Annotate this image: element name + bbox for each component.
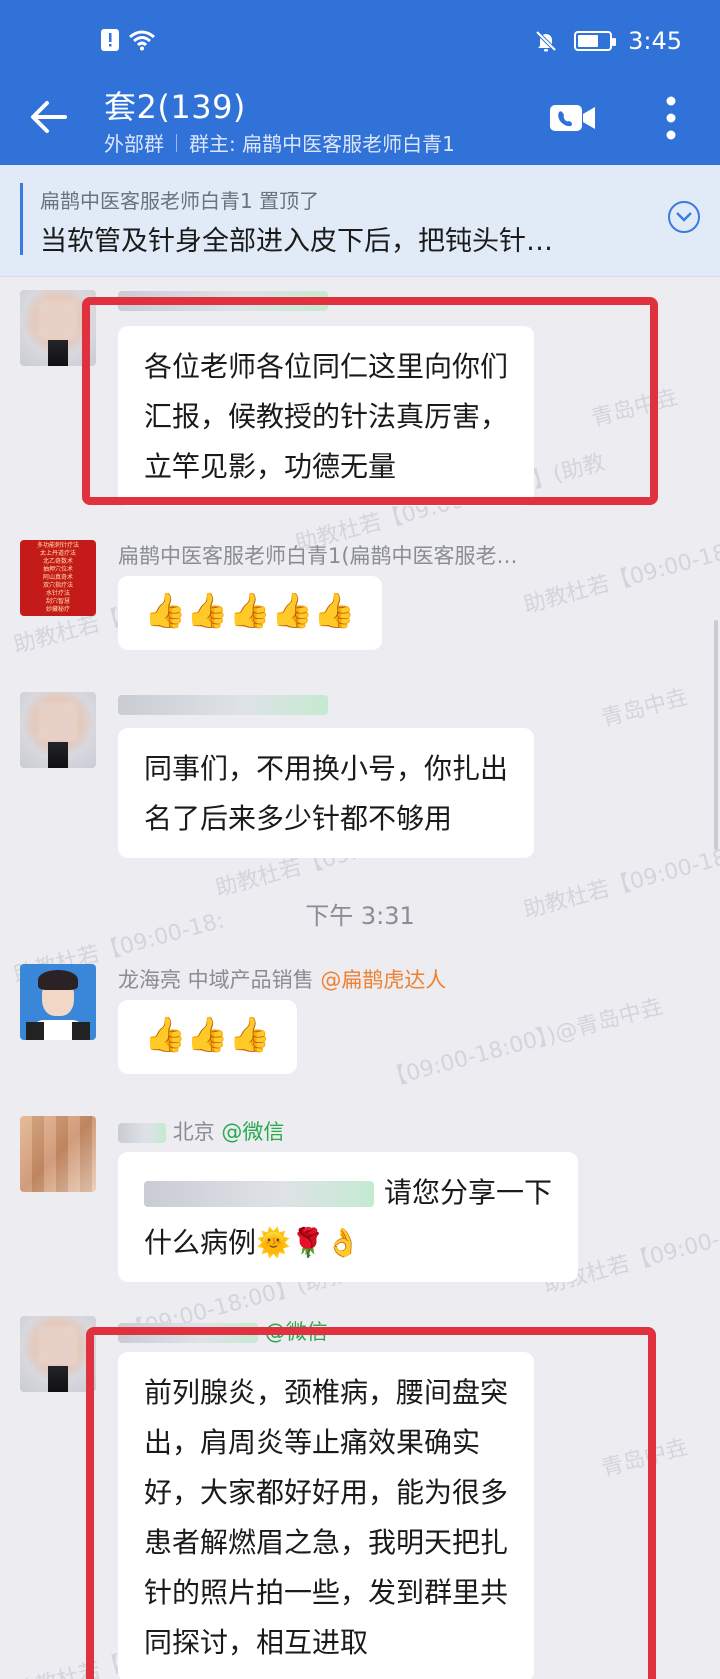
back-button[interactable]	[24, 92, 74, 142]
alert-sim-icon	[101, 29, 119, 51]
avatar[interactable]	[20, 1116, 96, 1192]
scrollbar[interactable]	[714, 620, 718, 850]
message-bubble[interactable]: 同事们，不用换小号，你扎出 名了后来多少针都不够用	[118, 728, 535, 858]
avatar[interactable]	[20, 692, 96, 768]
status-time: 3:45	[628, 27, 682, 55]
blurred-name	[118, 695, 328, 715]
status-bar: 3:45	[0, 0, 720, 80]
arrow-left-icon	[31, 101, 67, 133]
sender-label: 龙海亮 中域产品销售	[118, 968, 314, 992]
blurred-name	[118, 1123, 166, 1143]
video-call-button[interactable]	[548, 100, 598, 136]
sender-name	[118, 692, 328, 716]
watermark: 【09:00-18:00】)@青岛中垚	[382, 994, 666, 1093]
wifi-icon	[129, 30, 155, 51]
mute-bell-icon	[535, 30, 557, 52]
highlight-box	[82, 297, 658, 505]
top-bar: 3:45 套2(139) 外部群 群主: 扁鹊中医客服老师白青1	[0, 0, 720, 165]
pinned-accent-bar	[20, 183, 23, 255]
chat-header: 套2(139) 外部群 群主: 扁鹊中医客服老师白青1	[0, 80, 720, 165]
video-camera-icon	[550, 105, 595, 131]
sender-name: 龙海亮 中域产品销售 @扁鹊虎达人	[118, 964, 446, 994]
sender-name: 扁鹊中医客服老师白青1(扁鹊中医客服老…	[118, 544, 518, 568]
more-options-button[interactable]	[656, 90, 686, 146]
pinned-text: 当软管及针身全部进入皮下后，把钝头针…	[40, 226, 553, 257]
chat-screen: 3:45 套2(139) 外部群 群主: 扁鹊中医客服老师白青1 扁鹊中医客服老…	[0, 0, 720, 1679]
watermark: 助教杜若【09:00-18:	[521, 538, 720, 619]
avatar[interactable]	[20, 1316, 96, 1392]
avatar[interactable]: 多功能刺针疗法 太上丹道疗法 北乙奇数术 抽押穴位术 阿山真奇术 双穴指疗法 水…	[20, 540, 96, 616]
message-line: 请您分享一下	[144, 1168, 552, 1218]
highlight-box	[86, 1327, 656, 1679]
pinned-message-banner[interactable]: 扁鹊中医客服老师白青1 置顶了 当软管及针身全部进入皮下后，把钝头针…	[0, 165, 720, 277]
group-type-label: 外部群	[104, 132, 164, 156]
chevron-down-icon	[676, 212, 692, 222]
status-right-icons: 3:45	[534, 27, 682, 55]
thumbs-up-emoji: 👍👍👍	[144, 1015, 272, 1055]
message-bubble[interactable]: 请您分享一下 什么病例🌞🌹👌	[118, 1152, 579, 1282]
message-line: 什么病例🌞🌹👌	[144, 1226, 361, 1259]
expand-pinned-button[interactable]	[668, 201, 700, 233]
message-bubble[interactable]: 👍👍👍	[118, 1000, 298, 1074]
status-left-icons	[100, 28, 156, 52]
mention-tag[interactable]: @微信	[221, 1120, 284, 1144]
mention-tag[interactable]: @扁鹊虎达人	[320, 968, 446, 992]
chat-subtitle: 外部群 群主: 扁鹊中医客服老师白青1	[104, 128, 455, 157]
message-line: 名了后来多少针都不够用	[144, 802, 453, 835]
blurred-text	[144, 1181, 374, 1207]
sender-name: 北京 @微信	[118, 1116, 284, 1146]
group-owner-label: 群主: 扁鹊中医客服老师白青1	[189, 132, 455, 156]
timestamp: 下午 3:31	[305, 902, 415, 930]
subtitle-divider	[176, 133, 177, 152]
battery-icon	[574, 31, 617, 51]
avatar[interactable]	[20, 964, 96, 1040]
more-vertical-icon	[666, 96, 676, 140]
message-line: 同事们，不用换小号，你扎出	[144, 752, 509, 785]
message-bubble[interactable]: 👍👍👍👍👍	[118, 576, 382, 650]
chat-title: 套2(139)	[104, 88, 246, 126]
sender-label: 北京	[172, 1120, 215, 1144]
pinned-by-label: 扁鹊中医客服老师白青1 置顶了	[40, 189, 320, 213]
thumbs-up-emoji: 👍👍👍👍👍	[144, 591, 356, 631]
watermark: 青岛中垚	[598, 684, 691, 732]
